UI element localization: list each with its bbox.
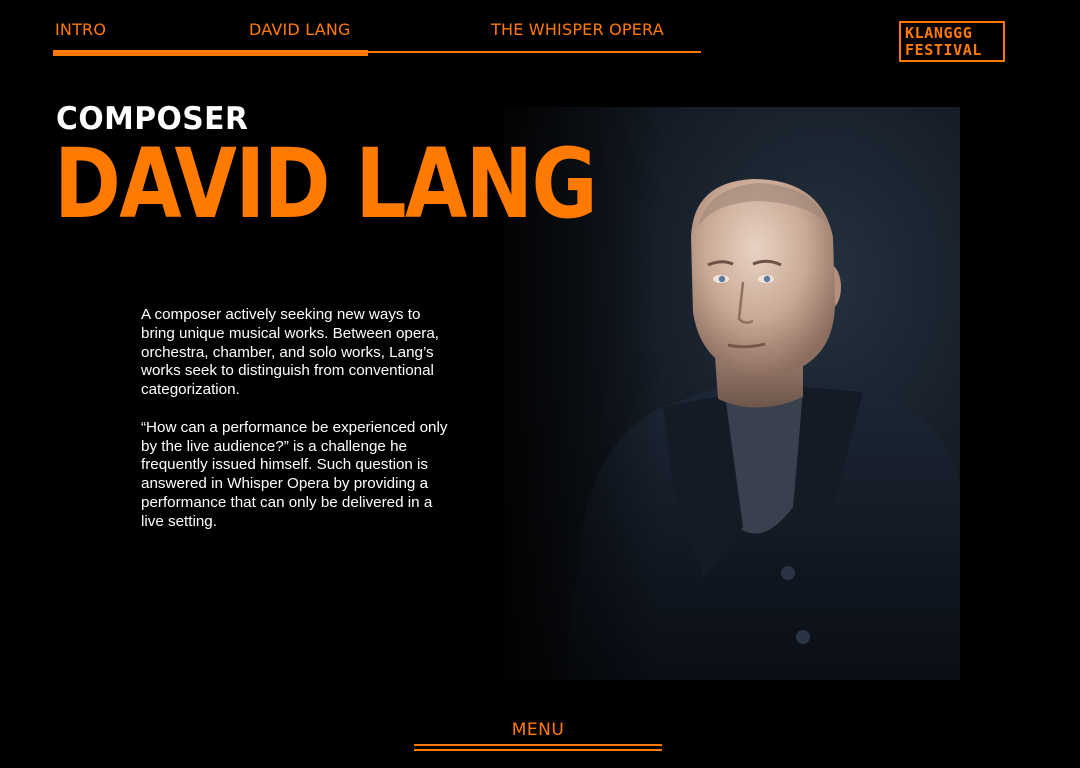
top-navigation: INTRO DAVID LANG THE WHISPER OPERA: [53, 0, 701, 60]
tab-david-lang[interactable]: DAVID LANG: [249, 20, 351, 39]
menu-underline-top: [414, 744, 662, 746]
logo-line-1: KLANGGG: [905, 24, 973, 42]
menu-button[interactable]: MENU: [414, 718, 662, 752]
nav-active-indicator: [53, 50, 368, 56]
logo-line-2: FESTIVAL: [905, 41, 983, 59]
bio-paragraph-1: A composer actively seeking new ways to …: [141, 306, 440, 399]
menu-underline-bottom: [414, 749, 662, 751]
festival-logo[interactable]: KLANGGG FESTIVAL: [899, 21, 1005, 62]
tab-the-whisper-opera[interactable]: THE WHISPER OPERA: [491, 20, 664, 39]
composer-name: DAVID LANG: [54, 128, 598, 240]
tab-intro[interactable]: INTRO: [55, 20, 106, 39]
bio-paragraph-2: “How can a performance be experienced on…: [141, 418, 448, 530]
composer-bio: A composer actively seeking new ways to …: [141, 306, 451, 550]
menu-label: MENU: [511, 720, 565, 740]
